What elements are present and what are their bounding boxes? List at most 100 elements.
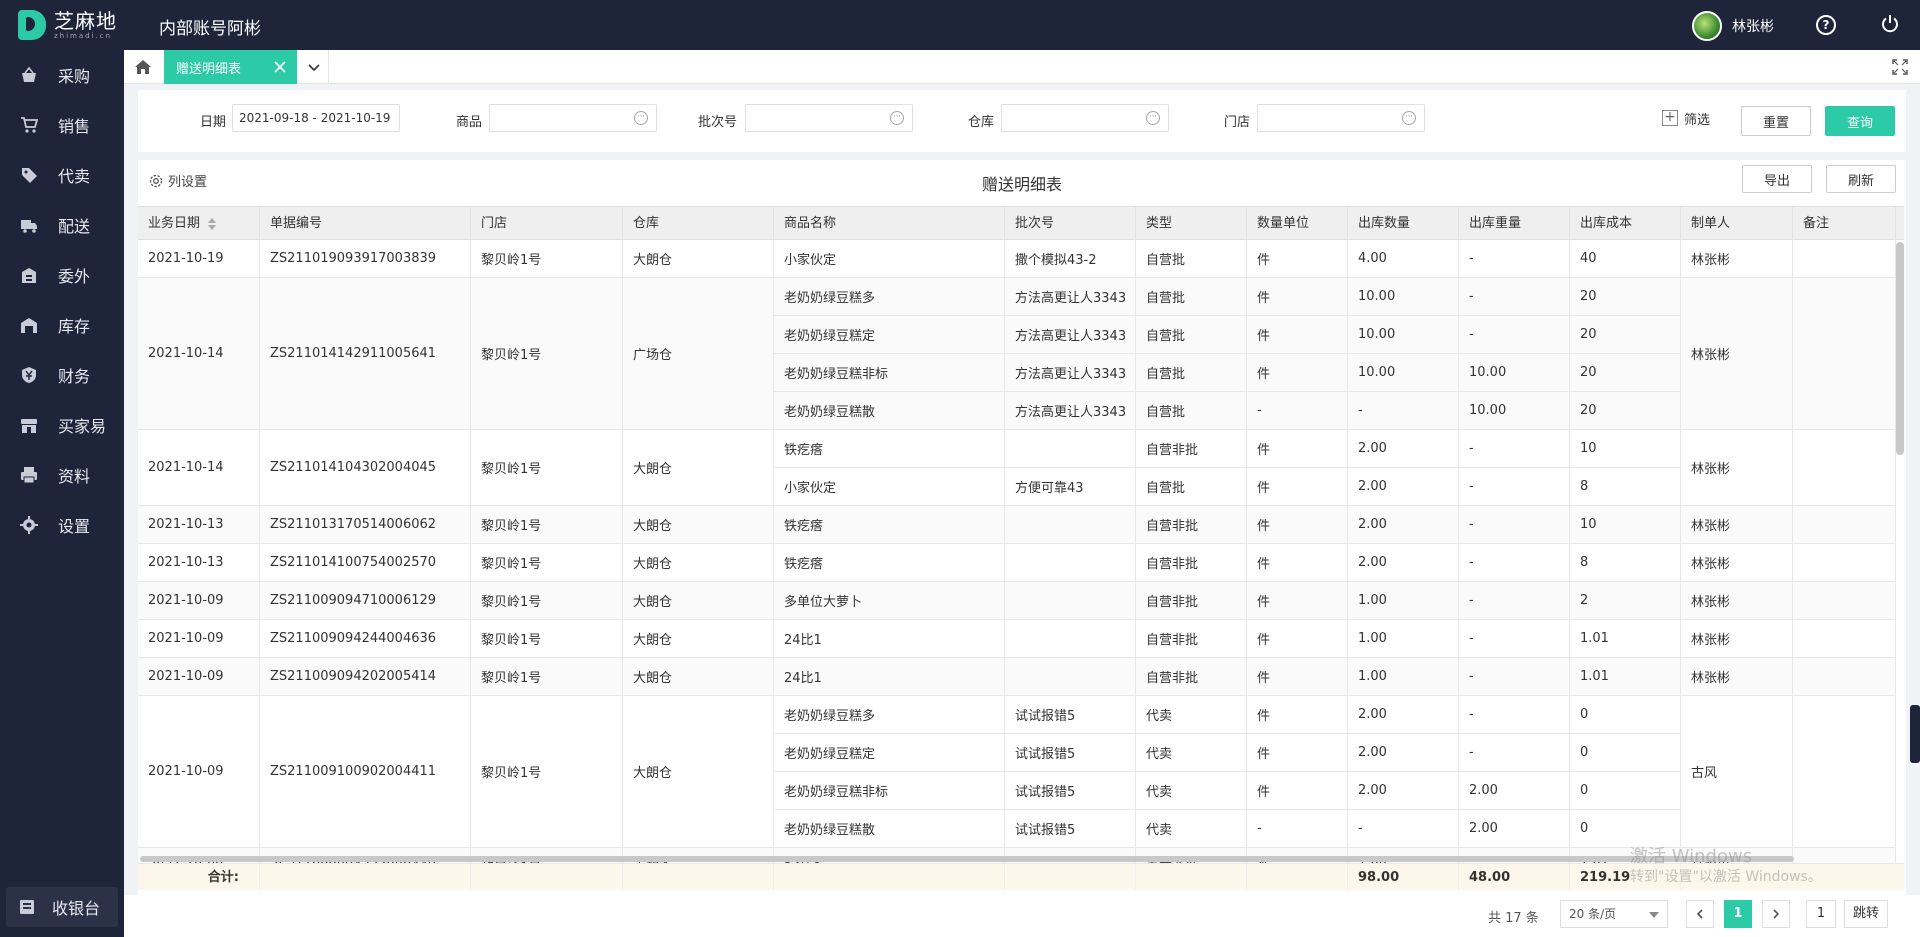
cashier-button[interactable]: 收银台: [6, 887, 118, 927]
cell-batch: [1005, 506, 1136, 544]
column-header-label: 数量单位: [1257, 216, 1310, 231]
cashier-icon: [18, 898, 36, 916]
cell-cost: 1.01: [1570, 658, 1681, 696]
tab-gift-detail[interactable]: 赠送明细表: [164, 50, 297, 84]
sidebar-item-7[interactable]: 买家易: [0, 400, 124, 450]
cell-unit: 件: [1247, 278, 1348, 316]
fullscreen-icon[interactable]: [1892, 59, 1908, 75]
cell-type: 自营批: [1136, 392, 1247, 430]
sidebar-item-2[interactable]: 代卖: [0, 150, 124, 200]
store-input[interactable]: ···: [1257, 104, 1425, 132]
cell-remark: [1793, 696, 1896, 848]
side-drawer-handle[interactable]: [1910, 705, 1920, 763]
product-input[interactable]: ···: [489, 104, 657, 132]
more-icon[interactable]: ···: [1402, 111, 1416, 125]
cell-qty: 2.00: [1348, 468, 1459, 506]
refresh-button[interactable]: 刷新: [1826, 165, 1896, 193]
home-icon[interactable]: [132, 56, 154, 78]
page-size-select[interactable]: 20 条/页: [1560, 900, 1668, 928]
cell-batch: 方法高更让人3343: [1005, 354, 1136, 392]
column-settings-label: 列设置: [168, 175, 208, 190]
cell-type: 自营非批: [1136, 430, 1247, 468]
sidebar-item-8[interactable]: 资料: [0, 450, 124, 500]
page-jump-input[interactable]: 1: [1806, 900, 1836, 928]
cell-remark: [1793, 278, 1896, 430]
cell-cost: 1.01: [1570, 620, 1681, 658]
close-icon[interactable]: [271, 58, 289, 76]
column-header-label: 出库数量: [1358, 216, 1411, 231]
sidebar-item-label: 资料: [58, 467, 91, 486]
more-icon[interactable]: ···: [890, 111, 904, 125]
cell-warehouse: 大朗仓: [623, 658, 774, 696]
more-icon[interactable]: ···: [1146, 111, 1160, 125]
gift-detail-table: 业务日期 单据编号 门店 仓库 商品名称 批次号 类型 数量单位 出库数量 出库重量 出库成本 制单人…: [138, 206, 1904, 890]
date-range-input[interactable]: 2021-09-18 - 2021-10-19: [232, 104, 400, 132]
cell-weight: -: [1459, 620, 1570, 658]
column-header-label: 制单人: [1691, 216, 1731, 231]
sort-icon[interactable]: [208, 217, 217, 230]
batch-input[interactable]: ···: [745, 104, 913, 132]
tab-more-button[interactable]: [299, 50, 329, 84]
cell-remark: [1793, 582, 1896, 620]
building-icon: [20, 266, 38, 284]
prev-page-button[interactable]: [1686, 900, 1714, 928]
total-label: 合计:: [138, 864, 260, 890]
reset-button[interactable]: 重置: [1741, 106, 1811, 136]
cell-qty: -: [1348, 392, 1459, 430]
cell-cost: 0: [1570, 734, 1681, 772]
cell-unit: 件: [1247, 544, 1348, 582]
avatar[interactable]: [1692, 11, 1722, 41]
chevron-left-icon: [1696, 909, 1703, 919]
sidebar-item-6[interactable]: 财务: [0, 350, 124, 400]
cell-product: 小家伙定: [774, 240, 1005, 278]
username[interactable]: 林张彬: [1732, 16, 1774, 36]
cell-no: ZS211009094710006129: [260, 582, 471, 620]
warehouse-input[interactable]: ···: [1001, 104, 1169, 132]
jump-button[interactable]: 跳转: [1844, 900, 1888, 928]
next-page-button[interactable]: [1762, 900, 1790, 928]
sidebar-item-5[interactable]: 库存: [0, 300, 124, 350]
cell-qty: 1.00: [1348, 620, 1459, 658]
sidebar-item-label: 设置: [58, 517, 91, 536]
app-logo[interactable]: 芝麻地 zhimadi.cn: [18, 10, 117, 40]
more-icon[interactable]: ···: [634, 111, 648, 125]
user-menu[interactable]: 林张彬: [1692, 11, 1774, 41]
power-icon[interactable]: [1880, 14, 1900, 34]
cell-qty: 1.00: [1348, 582, 1459, 620]
sidebar-item-3[interactable]: 配送: [0, 200, 124, 250]
cell-cost: 0: [1570, 772, 1681, 810]
sidebar-item-9[interactable]: 设置: [0, 500, 124, 550]
cell-cost: 0: [1570, 696, 1681, 734]
vertical-scrollbar[interactable]: [1896, 242, 1904, 455]
page-button-current[interactable]: 1: [1724, 900, 1752, 928]
report-panel: 列设置 赠送明细表 导出 刷新 业务日期 单据编号 门店 仓库 商品名称 批次号 类型 数量单…: [138, 160, 1906, 895]
top-bar: 芝麻地 zhimadi.cn 内部账号阿彬 林张彬 ?: [0, 0, 1920, 50]
query-button[interactable]: 查询: [1825, 106, 1895, 136]
cell-warehouse: 大朗仓: [623, 620, 774, 658]
cell-qty: 10.00: [1348, 278, 1459, 316]
sidebar-item-0[interactable]: 采购: [0, 50, 124, 100]
sidebar-item-1[interactable]: 销售: [0, 100, 124, 150]
cell-cost: 8: [1570, 468, 1681, 506]
cell-unit: 件: [1247, 620, 1348, 658]
cell-batch: 试试报错5: [1005, 696, 1136, 734]
cell-batch: 试试报错5: [1005, 734, 1136, 772]
cell-maker: 林张彬: [1681, 430, 1793, 506]
column-header-label: 商品名称: [784, 216, 837, 231]
advanced-filter-button[interactable]: + 筛选: [1662, 104, 1710, 132]
horizontal-scrollbar[interactable]: [140, 856, 1794, 862]
cell-remark: [1793, 620, 1896, 658]
cell-batch: 撒个模拟43-2: [1005, 240, 1136, 278]
sidebar-item-4[interactable]: 委外: [0, 250, 124, 300]
cell-store: 黎贝岭1号: [471, 620, 623, 658]
column-settings-button[interactable]: 列设置: [148, 171, 207, 190]
column-header-3: 仓库: [623, 207, 774, 240]
export-button[interactable]: 导出: [1742, 165, 1812, 193]
help-icon[interactable]: ?: [1816, 15, 1836, 35]
cell-date: 2021-10-09: [138, 658, 260, 696]
cell-maker: 林张彬: [1681, 658, 1793, 696]
cell-batch: 试试报错5: [1005, 772, 1136, 810]
cell-unit: 件: [1247, 772, 1348, 810]
cell-qty: 2.00: [1348, 734, 1459, 772]
column-header-0[interactable]: 业务日期: [138, 207, 260, 240]
